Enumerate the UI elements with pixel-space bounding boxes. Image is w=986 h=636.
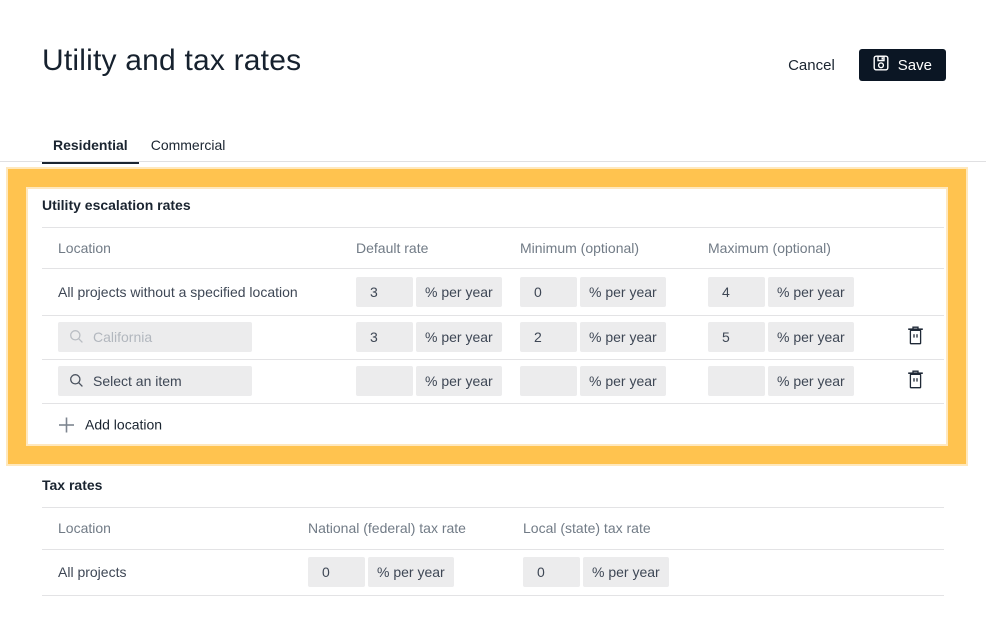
national-tax-input[interactable] — [308, 557, 365, 587]
column-header-maximum: Maximum (optional) — [708, 240, 831, 256]
column-header-location: Location — [58, 240, 111, 256]
local-tax-field: % per year — [523, 557, 669, 587]
location-label: All projects without a specified locatio… — [58, 284, 298, 300]
minimum-rate-field: % per year — [520, 366, 666, 396]
search-icon — [69, 373, 84, 388]
tax-row-all-projects: All projects % per year % per year — [42, 549, 944, 595]
unit-suffix: % per year — [583, 557, 669, 587]
column-header-minimum: Minimum (optional) — [520, 240, 639, 256]
divider — [42, 595, 944, 596]
minimum-rate-field: % per year — [520, 277, 666, 307]
save-button[interactable]: Save — [859, 49, 946, 81]
search-icon — [69, 329, 84, 344]
table-row-california: % per year % per year % per year — [42, 315, 944, 359]
maximum-rate-input[interactable] — [708, 277, 765, 307]
default-rate-field: % per year — [356, 322, 502, 352]
minimum-rate-input[interactable] — [520, 277, 577, 307]
cancel-button[interactable]: Cancel — [788, 57, 835, 74]
save-button-label: Save — [898, 57, 932, 74]
unit-suffix: % per year — [416, 277, 502, 307]
local-tax-input[interactable] — [523, 557, 580, 587]
add-location-button[interactable]: Add location — [58, 416, 162, 433]
unit-suffix: % per year — [368, 557, 454, 587]
minimum-rate-input[interactable] — [520, 322, 577, 352]
header-actions: Cancel Save — [788, 49, 946, 81]
utility-section-title: Utility escalation rates — [42, 197, 191, 213]
unit-suffix: % per year — [768, 322, 854, 352]
trash-icon — [907, 370, 924, 392]
table-row-new-location: % per year % per year % per year — [42, 359, 944, 403]
default-rate-input[interactable] — [356, 366, 413, 396]
column-header-local-tax: Local (state) tax rate — [523, 520, 651, 536]
tab-residential-label: Residential — [53, 137, 128, 153]
unit-suffix: % per year — [768, 277, 854, 307]
save-icon — [873, 55, 889, 75]
add-location-label: Add location — [85, 417, 162, 433]
minimum-rate-field: % per year — [520, 322, 666, 352]
unit-suffix: % per year — [768, 366, 854, 396]
tax-table-header-row: Location National (federal) tax rate Loc… — [42, 507, 944, 549]
utility-table-header-row: Location Default rate Minimum (optional)… — [42, 227, 944, 268]
unit-suffix: % per year — [580, 277, 666, 307]
trash-icon — [907, 326, 924, 348]
tab-bar-divider — [0, 161, 986, 162]
table-row-all-projects: All projects without a specified locatio… — [42, 268, 944, 315]
maximum-rate-field: % per year — [708, 366, 854, 396]
delete-row-button[interactable] — [902, 324, 928, 350]
tab-residential[interactable]: Residential — [42, 137, 139, 164]
unit-suffix: % per year — [416, 366, 502, 396]
column-header-location: Location — [58, 520, 111, 536]
tax-section-title: Tax rates — [42, 477, 102, 493]
maximum-rate-field: % per year — [708, 277, 854, 307]
location-search-select[interactable] — [58, 366, 252, 396]
unit-suffix: % per year — [580, 322, 666, 352]
tab-commercial[interactable]: Commercial — [140, 137, 237, 164]
tab-commercial-label: Commercial — [151, 137, 226, 153]
tab-bar: Residential Commercial — [42, 137, 236, 164]
default-rate-field: % per year — [356, 366, 502, 396]
maximum-rate-field: % per year — [708, 322, 854, 352]
location-search-input[interactable] — [93, 366, 243, 396]
location-label: All projects — [58, 564, 126, 580]
plus-icon — [58, 416, 75, 433]
unit-suffix: % per year — [416, 322, 502, 352]
location-search-input[interactable] — [93, 322, 243, 352]
default-rate-field: % per year — [356, 277, 502, 307]
page-title: Utility and tax rates — [42, 44, 301, 78]
add-location-row: Add location — [42, 403, 944, 446]
minimum-rate-input[interactable] — [520, 366, 577, 396]
delete-row-button[interactable] — [902, 368, 928, 394]
maximum-rate-input[interactable] — [708, 366, 765, 396]
default-rate-input[interactable] — [356, 277, 413, 307]
unit-suffix: % per year — [580, 366, 666, 396]
location-search-select[interactable] — [58, 322, 252, 352]
utility-tax-rates-page: Utility and tax rates Cancel Save Reside… — [0, 0, 986, 636]
default-rate-input[interactable] — [356, 322, 413, 352]
column-header-default-rate: Default rate — [356, 240, 428, 256]
maximum-rate-input[interactable] — [708, 322, 765, 352]
column-header-national-tax: National (federal) tax rate — [308, 520, 466, 536]
national-tax-field: % per year — [308, 557, 454, 587]
